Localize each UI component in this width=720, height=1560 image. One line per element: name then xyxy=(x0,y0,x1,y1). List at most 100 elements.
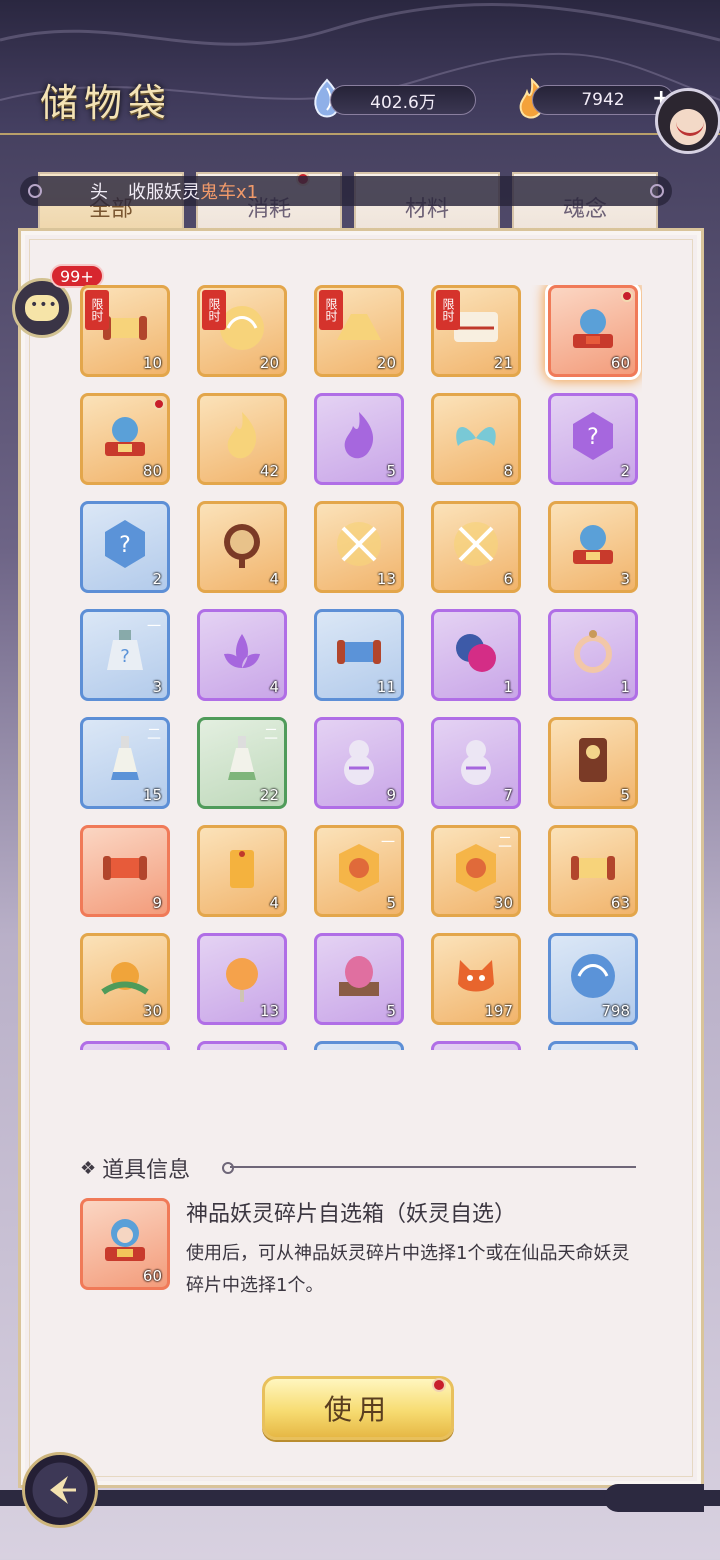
ring-icon xyxy=(574,630,612,673)
badge-icon xyxy=(456,844,496,892)
inventory-item[interactable]: 5 xyxy=(548,717,638,809)
inventory-item[interactable]: 8 xyxy=(431,393,521,485)
item-count: 1 xyxy=(620,678,630,696)
item-count: 798 xyxy=(601,1002,630,1020)
scroll-icon xyxy=(103,856,147,880)
notice-ticker: 头 收服妖灵 鬼车x1 xyxy=(20,176,672,206)
disc-icon xyxy=(456,634,496,672)
tag-icon xyxy=(230,850,254,888)
item-count: 1 xyxy=(503,678,513,696)
wings-icon xyxy=(456,426,496,446)
limited-time-badge: 限时 xyxy=(436,290,460,330)
item-count: 42 xyxy=(259,462,279,480)
inventory-item[interactable]: 60 xyxy=(548,285,638,377)
inventory-item[interactable] xyxy=(548,1041,638,1050)
swords-icon xyxy=(454,522,498,566)
item-info-header: ❖ 道具信息 xyxy=(80,1152,190,1184)
inventory-item[interactable]: 30 xyxy=(80,933,170,1025)
currency-flames-value: 7942 xyxy=(581,90,625,110)
inventory-item[interactable]: 9 xyxy=(314,717,404,809)
back-arrow-icon xyxy=(50,1476,76,1504)
item-description: 使用后，可从神品妖灵碎片中选择1个或在仙品天命妖灵碎片中选择1个。 xyxy=(186,1243,630,1296)
item-name: 神品妖灵碎片自选箱（妖灵自选） xyxy=(186,1202,517,1227)
inventory-item[interactable]: 5 xyxy=(314,933,404,1025)
notice-text: 收服妖灵 xyxy=(128,182,200,203)
item-count: 11 xyxy=(376,678,396,696)
chest-icon xyxy=(573,525,613,564)
currency-gems-value: 402.6万 xyxy=(370,92,436,113)
item-grid: 限时 10 限时 20 限时 20 限时 21 60 80 42 5 8? 2? 2 4 13 6 3? 一 3 4 11 1… xyxy=(80,285,642,1050)
inventory-item[interactable]: 9 xyxy=(80,825,170,917)
item-count: 2 xyxy=(620,462,630,480)
chest-icon xyxy=(105,417,145,456)
svg-text:?: ? xyxy=(119,533,131,558)
inventory-item[interactable]: 二 22 xyxy=(197,717,287,809)
inventory-item[interactable]: 4 xyxy=(197,609,287,701)
inventory-item[interactable]: 13 xyxy=(314,501,404,593)
inventory-item[interactable]: 1 xyxy=(431,609,521,701)
item-count: 15 xyxy=(142,786,162,804)
inventory-item[interactable]: 5 xyxy=(314,393,404,485)
inventory-item[interactable]: 限时 20 xyxy=(197,285,287,377)
inventory-item[interactable]: ? 2 xyxy=(548,393,638,485)
item-count: 20 xyxy=(376,354,396,372)
mystery-icon: ? xyxy=(105,520,145,568)
inventory-item[interactable]: 13 xyxy=(197,933,287,1025)
inventory-item[interactable]: 限时 10 xyxy=(80,285,170,377)
ticker-ornament-right xyxy=(650,184,664,198)
inventory-item[interactable] xyxy=(197,1041,287,1050)
inventory-item[interactable]: 4 xyxy=(197,501,287,593)
inventory-item[interactable]: 一5 xyxy=(314,825,404,917)
talisman-icon xyxy=(226,958,258,1002)
use-button[interactable]: 使用 xyxy=(262,1376,454,1440)
limited-time-badge: 限时 xyxy=(319,290,343,330)
chest-icon xyxy=(573,309,613,348)
item-count: 5 xyxy=(620,786,630,804)
flame-icon xyxy=(227,412,257,459)
item-tier: 二 xyxy=(147,727,161,743)
item-count: 4 xyxy=(269,570,279,588)
item-count: 4 xyxy=(269,678,279,696)
player-avatar[interactable] xyxy=(655,88,720,154)
inventory-item[interactable] xyxy=(431,1041,521,1050)
fox-icon xyxy=(458,960,494,992)
lotus-icon xyxy=(224,634,260,668)
limited-time-badge: 限时 xyxy=(85,290,109,330)
inventory-item[interactable] xyxy=(314,1041,404,1050)
divider xyxy=(222,1162,636,1174)
inventory-item[interactable]: 80 xyxy=(80,393,170,485)
item-count: 63 xyxy=(610,894,630,912)
item-count: 80 xyxy=(142,462,162,480)
inventory-item[interactable]: 7 xyxy=(431,717,521,809)
notice-prefix: 头 xyxy=(90,182,108,203)
inventory-item[interactable]: 二 30 xyxy=(431,825,521,917)
new-item-dot xyxy=(621,290,633,302)
item-count: 13 xyxy=(259,1002,279,1020)
mirror-icon xyxy=(224,524,260,568)
inventory-item[interactable]: ? 一 3 xyxy=(80,609,170,701)
item-count: 7 xyxy=(503,786,513,804)
inventory-item[interactable]: 限时 20 xyxy=(314,285,404,377)
page-title: 储物袋 xyxy=(40,81,173,125)
item-count: 60 xyxy=(142,1267,162,1285)
inventory-item[interactable]: 4 xyxy=(197,825,287,917)
item-count: 5 xyxy=(386,462,396,480)
item-tier: 一 xyxy=(381,835,395,851)
inventory-item[interactable]: 3 xyxy=(548,501,638,593)
inventory-item[interactable]: 限时 21 xyxy=(431,285,521,377)
item-count: 2 xyxy=(152,570,162,588)
inventory-item[interactable]: 197 xyxy=(431,933,521,1025)
inventory-item[interactable]: 二 15 xyxy=(80,717,170,809)
inventory-item[interactable] xyxy=(80,1041,170,1050)
back-button[interactable] xyxy=(22,1452,98,1528)
inventory-item[interactable]: ? 2 xyxy=(80,501,170,593)
inventory-item[interactable]: 63 xyxy=(548,825,638,917)
inventory-item[interactable]: 1 xyxy=(548,609,638,701)
chest-icon xyxy=(105,1219,145,1261)
inventory-item[interactable]: 11 xyxy=(314,609,404,701)
inventory-item[interactable]: 798 xyxy=(548,933,638,1025)
item-count: 22 xyxy=(259,786,279,804)
inventory-item[interactable]: 42 xyxy=(197,393,287,485)
inventory-item[interactable]: 6 xyxy=(431,501,521,593)
mystery-icon: ? xyxy=(573,412,613,460)
